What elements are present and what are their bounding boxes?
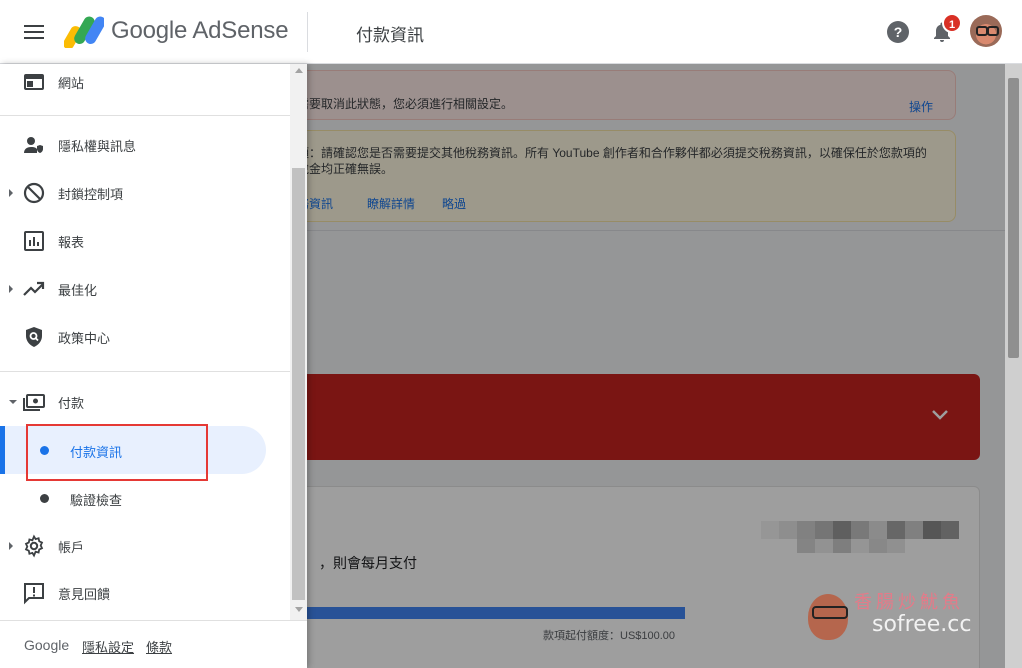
- sidebar-item-label: 最佳化: [58, 283, 98, 298]
- terms-link[interactable]: 條款: [146, 637, 172, 656]
- sidebar-item-payments[interactable]: 付款: [0, 380, 290, 424]
- policy-icon: [26, 327, 42, 347]
- drawer-scrollbar[interactable]: [290, 64, 307, 620]
- watermark-domain: sofree.cc: [872, 612, 972, 637]
- sidebar-item-label: 政策中心: [58, 331, 111, 346]
- navigation-drawer: 網站 隱私權與訊息 封鎖控制項 報表 最佳化 政策中心 付款 付款資訊 驗證檢查: [0, 64, 307, 668]
- scroll-down-arrow-icon[interactable]: [295, 607, 303, 612]
- sidebar-item-label: 封鎖控制項: [58, 187, 124, 202]
- trending-up-icon: [23, 281, 45, 296]
- help-icon[interactable]: ?: [886, 20, 910, 44]
- top-app-bar: Google AdSense 付款資訊 ? 1: [0, 0, 1022, 64]
- watermark-chinese-text: 香腸炒魷魚: [854, 592, 964, 613]
- footer-google-label: Google: [24, 637, 70, 653]
- report-icon: [24, 231, 44, 251]
- expand-caret-icon[interactable]: [9, 189, 13, 197]
- sidebar-item-feedback[interactable]: 意見回饋: [0, 571, 290, 615]
- svg-text:?: ?: [894, 24, 903, 40]
- sidebar-item-privacy[interactable]: 隱私權與訊息: [0, 123, 290, 167]
- gear-icon: [24, 534, 44, 558]
- sidebar-item-reports[interactable]: 報表: [0, 219, 290, 263]
- header-divider: [307, 12, 308, 52]
- sidebar-item-optimization[interactable]: 最佳化: [0, 267, 290, 311]
- page-scrollbar-thumb[interactable]: [1008, 78, 1019, 358]
- drawer-footer: Google 隱私設定 條款: [0, 620, 307, 668]
- sidebar-divider: [0, 115, 290, 116]
- sidebar-item-account[interactable]: 帳戶: [0, 524, 290, 568]
- adsense-logo-icon: [64, 16, 104, 48]
- sidebar-subitem-label: 驗證檢查: [70, 493, 123, 508]
- sidebar-item-label: 隱私權與訊息: [58, 139, 137, 154]
- drawer-scrollbar-thumb[interactable]: [292, 168, 305, 600]
- annotation-highlight-box: [26, 424, 208, 481]
- payments-icon: [23, 394, 45, 411]
- block-icon: [23, 182, 45, 204]
- bullet-dot-icon: [40, 494, 49, 503]
- sidebar-item-label: 報表: [58, 235, 85, 250]
- watermark: 香腸炒魷魚 sofree.cc: [806, 588, 986, 648]
- sidebar-item-sites[interactable]: 網站: [0, 60, 290, 104]
- sidebar-item-label: 網站: [58, 76, 85, 91]
- sidebar-item-label: 意見回饋: [58, 587, 111, 602]
- notification-count-badge: 1: [942, 13, 962, 33]
- sidebar-divider: [0, 371, 290, 372]
- collapse-caret-icon[interactable]: [9, 400, 17, 404]
- sidebar-item-label: 帳戶: [58, 540, 85, 555]
- scroll-up-arrow-icon[interactable]: [295, 68, 303, 73]
- active-indicator: [0, 426, 5, 474]
- expand-caret-icon[interactable]: [9, 285, 13, 293]
- sidebar-item-policy-center[interactable]: 政策中心: [0, 315, 290, 359]
- sidebar-item-label: 付款: [58, 396, 85, 411]
- page-title: 付款資訊: [356, 26, 424, 45]
- brand-name: Google AdSense: [111, 17, 289, 44]
- privacy-icon: [24, 137, 43, 153]
- expand-caret-icon[interactable]: [9, 542, 13, 550]
- sidebar-item-blocking-controls[interactable]: 封鎖控制項: [0, 171, 290, 215]
- feedback-icon: [24, 583, 44, 605]
- page-scrollbar[interactable]: [1005, 64, 1022, 668]
- account-avatar[interactable]: [970, 15, 1002, 47]
- hamburger-menu-icon[interactable]: [22, 20, 46, 44]
- sidebar-subitem-verification[interactable]: 驗證檢查: [0, 474, 266, 522]
- web-icon: [24, 74, 44, 90]
- privacy-settings-link[interactable]: 隱私設定: [82, 637, 134, 656]
- watermark-mascot-icon: [808, 594, 848, 640]
